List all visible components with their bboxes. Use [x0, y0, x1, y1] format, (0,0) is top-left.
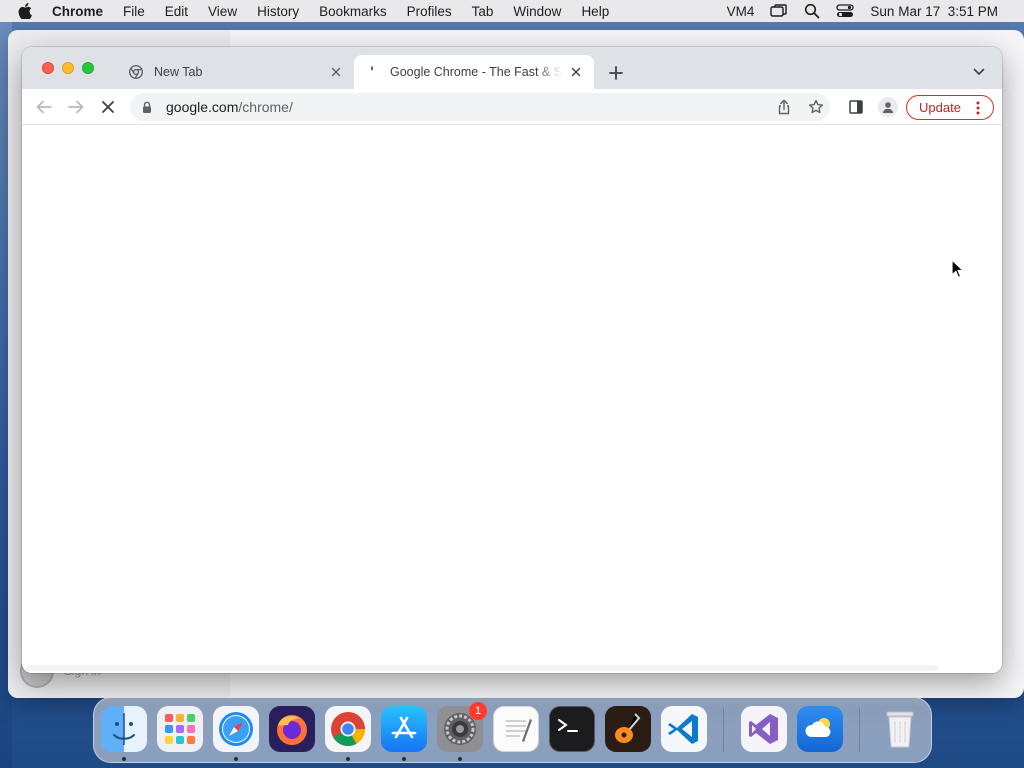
running-indicator — [346, 757, 350, 761]
menu-bar-status-area: VM4 Sun Mar 17 3:51 PM — [719, 3, 1024, 19]
chrome-icon — [128, 64, 144, 80]
google-chrome-icon[interactable] — [325, 706, 371, 752]
close-window-button[interactable] — [42, 62, 54, 74]
tab-search-chevron-icon[interactable] — [970, 63, 988, 81]
dock-separator — [723, 708, 724, 752]
menu-edit[interactable]: Edit — [155, 4, 198, 19]
url-path: /chrome/ — [238, 99, 293, 115]
browser-toolbar: google.com/chrome/ Update — [22, 89, 1002, 125]
page-content[interactable] — [22, 126, 1002, 673]
close-icon[interactable] — [568, 64, 584, 80]
menu-history[interactable]: History — [247, 4, 309, 19]
terminal-icon[interactable] — [549, 706, 595, 752]
running-indicator — [458, 757, 462, 761]
menu-app-chrome[interactable]: Chrome — [48, 4, 113, 19]
menu-bar-clock[interactable]: Sun Mar 17 3:51 PM — [862, 4, 1006, 19]
visual-studio-icon[interactable] — [741, 706, 787, 752]
profile-button[interactable] — [878, 97, 898, 117]
back-button[interactable] — [34, 97, 54, 117]
window-controls — [42, 62, 94, 74]
safari-icon[interactable] — [213, 706, 259, 752]
close-icon[interactable] — [328, 64, 344, 80]
tab-new-tab[interactable]: New Tab — [118, 55, 354, 89]
screen-mirroring-icon[interactable] — [762, 4, 796, 18]
textedit-icon[interactable] — [493, 706, 539, 752]
profile-avatar-icon — [878, 97, 898, 117]
tab-google-chrome[interactable]: Google Chrome - The Fast & Secure — [354, 55, 594, 89]
url-host: google.com — [166, 99, 239, 115]
menu-profiles[interactable]: Profiles — [397, 4, 462, 19]
more-options-icon[interactable] — [971, 100, 985, 116]
chrome-window: New Tab Google Chrome - The Fast & Secur… — [22, 47, 1002, 673]
update-chrome-button[interactable]: Update — [906, 95, 994, 120]
weather-icon[interactable] — [797, 706, 843, 752]
control-center-icon[interactable] — [828, 4, 862, 18]
tab-strip: New Tab Google Chrome - The Fast & Secur… — [22, 47, 1002, 89]
loading-spinner-icon — [364, 64, 380, 80]
update-label: Update — [919, 100, 961, 115]
dock: 1 — [93, 697, 932, 763]
menu-file[interactable]: File — [113, 4, 155, 19]
tab-title: Google Chrome - The Fast & Secure — [390, 65, 562, 79]
address-bar[interactable]: google.com/chrome/ — [130, 93, 830, 121]
menu-window[interactable]: Window — [503, 4, 571, 19]
stop-loading-button[interactable] — [98, 97, 118, 117]
menu-view[interactable]: View — [198, 4, 247, 19]
mouse-cursor-icon — [951, 259, 965, 279]
garageband-icon[interactable] — [605, 706, 651, 752]
running-indicator — [234, 757, 238, 761]
new-tab-button[interactable] — [606, 63, 626, 83]
dock-separator — [859, 708, 860, 752]
horizontal-scrollbar[interactable] — [26, 665, 938, 671]
launchpad-icon[interactable] — [157, 706, 203, 752]
lock-icon[interactable] — [142, 100, 156, 114]
menu-bookmarks[interactable]: Bookmarks — [309, 4, 397, 19]
menu-bar: Chrome File Edit View History Bookmarks … — [0, 0, 1024, 22]
finder-icon[interactable] — [101, 706, 147, 752]
firefox-icon[interactable] — [269, 706, 315, 752]
spotlight-search-icon[interactable] — [796, 3, 828, 19]
url-text[interactable]: google.com/chrome/ — [166, 99, 293, 115]
side-panel-button[interactable] — [846, 97, 866, 117]
menu-help[interactable]: Help — [571, 4, 619, 19]
tab-title: New Tab — [154, 65, 203, 79]
bookmark-star-icon[interactable] — [808, 99, 824, 115]
notification-badge: 1 — [469, 702, 487, 720]
vm-label[interactable]: VM4 — [719, 4, 763, 19]
visual-studio-code-icon[interactable] — [661, 706, 707, 752]
zoom-window-button[interactable] — [82, 62, 94, 74]
running-indicator — [122, 757, 126, 761]
forward-button[interactable] — [66, 97, 86, 117]
share-icon[interactable] — [776, 99, 792, 115]
running-indicator — [402, 757, 406, 761]
apple-icon[interactable] — [18, 3, 34, 19]
menu-tab[interactable]: Tab — [462, 4, 504, 19]
minimize-window-button[interactable] — [62, 62, 74, 74]
trash-icon[interactable] — [877, 706, 923, 752]
app-store-icon[interactable] — [381, 706, 427, 752]
system-preferences-icon[interactable]: 1 — [437, 702, 487, 752]
